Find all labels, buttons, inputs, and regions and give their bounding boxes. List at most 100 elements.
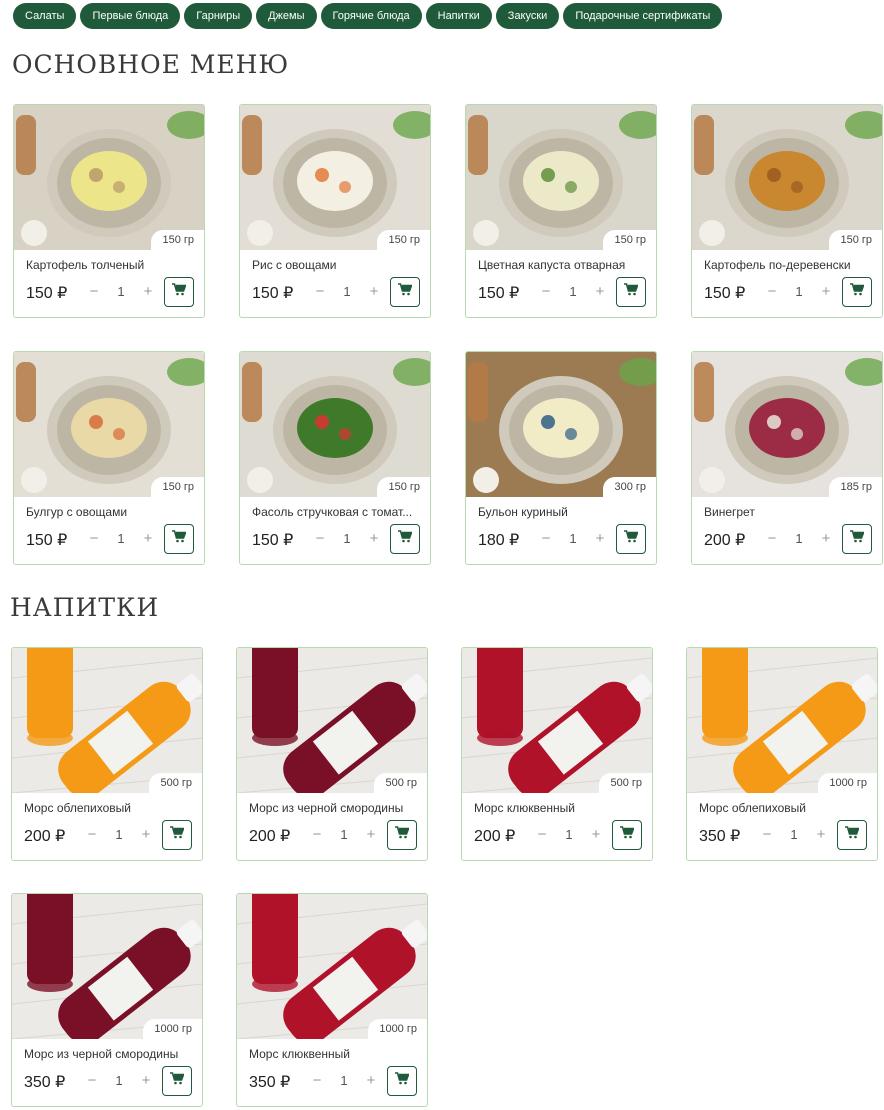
decrease-button[interactable]: − (540, 530, 552, 547)
product-price: 180 ₽ (478, 532, 520, 549)
increase-button[interactable]: + (820, 283, 832, 300)
category-pill-first-courses[interactable]: Первые блюда (80, 3, 181, 29)
product-name[interactable]: Фасоль стручковая с томат... (252, 505, 422, 519)
decrease-button[interactable]: − (540, 283, 552, 300)
category-nav: Салаты Первые блюда Гарниры Джемы Горячи… (13, 3, 723, 29)
product-photo[interactable] (12, 648, 202, 793)
increase-button[interactable]: + (142, 530, 154, 547)
add-to-cart-button[interactable] (390, 524, 420, 554)
add-to-cart-button[interactable] (162, 820, 192, 850)
decrease-button[interactable]: − (536, 826, 548, 843)
product-name[interactable]: Рис с овощами (252, 258, 422, 272)
product-card[interactable]: 150 гр Картофель толченый 150 ₽ − 1 + (13, 104, 205, 318)
category-pill-hot-dishes[interactable]: Горячие блюда (320, 3, 422, 29)
product-name[interactable]: Морс из черной смородины (24, 1047, 194, 1061)
weight-badge: 1000 гр (818, 773, 877, 793)
increase-button[interactable]: + (368, 530, 380, 547)
add-to-cart-button[interactable] (164, 277, 194, 307)
product-name[interactable]: Картофель толченый (26, 258, 196, 272)
increase-button[interactable]: + (140, 826, 152, 843)
product-name[interactable]: Морс облепиховый (24, 801, 194, 815)
section-title-drinks: НАПИТКИ (10, 593, 160, 622)
product-name[interactable]: Морс из черной смородины (249, 801, 419, 815)
product-photo[interactable] (240, 352, 430, 497)
product-card[interactable]: 1000 гр Морс клюквенный 350 ₽ − 1 + (236, 893, 428, 1107)
cart-icon (398, 283, 413, 301)
product-photo[interactable] (687, 648, 877, 793)
decrease-button[interactable]: − (766, 283, 778, 300)
product-name[interactable]: Булгур с овощами (26, 505, 196, 519)
increase-button[interactable]: + (594, 283, 606, 300)
product-card[interactable]: 500 гр Морс клюквенный 200 ₽ − 1 + (461, 647, 653, 861)
product-photo[interactable] (14, 105, 204, 250)
product-card[interactable]: 500 гр Морс облепиховый 200 ₽ − 1 + (11, 647, 203, 861)
weight-badge: 150 гр (377, 477, 430, 497)
product-name[interactable]: Морс облепиховый (699, 801, 869, 815)
product-photo[interactable] (466, 105, 656, 250)
category-pill-side-dishes[interactable]: Гарниры (184, 3, 253, 29)
add-to-cart-button[interactable] (612, 820, 642, 850)
category-pill-drinks[interactable]: Напитки (425, 3, 492, 29)
decrease-button[interactable]: − (314, 283, 326, 300)
product-photo[interactable] (462, 648, 652, 793)
product-photo[interactable] (12, 894, 202, 1039)
decrease-button[interactable]: − (311, 1072, 323, 1089)
product-card[interactable]: 300 гр Бульон куриный 180 ₽ − 1 + (465, 351, 657, 565)
increase-button[interactable]: + (368, 283, 380, 300)
increase-button[interactable]: + (820, 530, 832, 547)
product-card[interactable]: 185 гр Винегрет 200 ₽ − 1 + (691, 351, 883, 565)
product-name[interactable]: Цветная капуста отварная (478, 258, 648, 272)
increase-button[interactable]: + (590, 826, 602, 843)
increase-button[interactable]: + (594, 530, 606, 547)
add-to-cart-button[interactable] (842, 277, 872, 307)
category-pill-gift-certificates[interactable]: Подарочные сертификаты (563, 3, 723, 29)
product-card[interactable]: 500 гр Морс из черной смородины 200 ₽ − … (236, 647, 428, 861)
increase-button[interactable]: + (142, 283, 154, 300)
product-name[interactable]: Бульон куриный (478, 505, 648, 519)
product-name[interactable]: Картофель по-деревенски (704, 258, 874, 272)
decrease-button[interactable]: − (311, 826, 323, 843)
product-card[interactable]: 150 гр Булгур с овощами 150 ₽ − 1 + (13, 351, 205, 565)
product-photo[interactable] (466, 352, 656, 497)
add-to-cart-button[interactable] (837, 820, 867, 850)
product-photo[interactable] (240, 105, 430, 250)
add-to-cart-button[interactable] (842, 524, 872, 554)
add-to-cart-button[interactable] (387, 1066, 417, 1096)
product-card[interactable]: 150 гр Рис с овощами 150 ₽ − 1 + (239, 104, 431, 318)
decrease-button[interactable]: − (86, 1072, 98, 1089)
product-photo[interactable] (237, 648, 427, 793)
product-photo[interactable] (692, 105, 882, 250)
product-name[interactable]: Морс клюквенный (474, 801, 644, 815)
decrease-button[interactable]: − (766, 530, 778, 547)
quantity-stepper: − 1 + (88, 530, 154, 547)
category-pill-snacks[interactable]: Закуски (495, 3, 560, 29)
category-pill-jams[interactable]: Джемы (256, 3, 317, 29)
add-to-cart-button[interactable] (616, 524, 646, 554)
product-card[interactable]: 150 гр Картофель по-деревенски 150 ₽ − 1… (691, 104, 883, 318)
add-to-cart-button[interactable] (162, 1066, 192, 1096)
increase-button[interactable]: + (365, 826, 377, 843)
increase-button[interactable]: + (365, 1072, 377, 1089)
product-card[interactable]: 1000 гр Морс облепиховый 350 ₽ − 1 + (686, 647, 878, 861)
increase-button[interactable]: + (140, 1072, 152, 1089)
product-card[interactable]: 150 гр Фасоль стручковая с томат... 150 … (239, 351, 431, 565)
product-card[interactable]: 1000 гр Морс из черной смородины 350 ₽ −… (11, 893, 203, 1107)
product-photo[interactable] (14, 352, 204, 497)
product-photo[interactable] (237, 894, 427, 1039)
decrease-button[interactable]: − (761, 826, 773, 843)
increase-button[interactable]: + (815, 826, 827, 843)
add-to-cart-button[interactable] (387, 820, 417, 850)
decrease-button[interactable]: − (86, 826, 98, 843)
product-name[interactable]: Винегрет (704, 505, 874, 519)
add-to-cart-button[interactable] (390, 277, 420, 307)
decrease-button[interactable]: − (88, 530, 100, 547)
product-name[interactable]: Морс клюквенный (249, 1047, 419, 1061)
product-photo[interactable] (692, 352, 882, 497)
quantity-value: 1 (340, 827, 348, 842)
add-to-cart-button[interactable] (164, 524, 194, 554)
category-pill-salads[interactable]: Салаты (13, 3, 77, 29)
decrease-button[interactable]: − (314, 530, 326, 547)
decrease-button[interactable]: − (88, 283, 100, 300)
add-to-cart-button[interactable] (616, 277, 646, 307)
product-card[interactable]: 150 гр Цветная капуста отварная 150 ₽ − … (465, 104, 657, 318)
